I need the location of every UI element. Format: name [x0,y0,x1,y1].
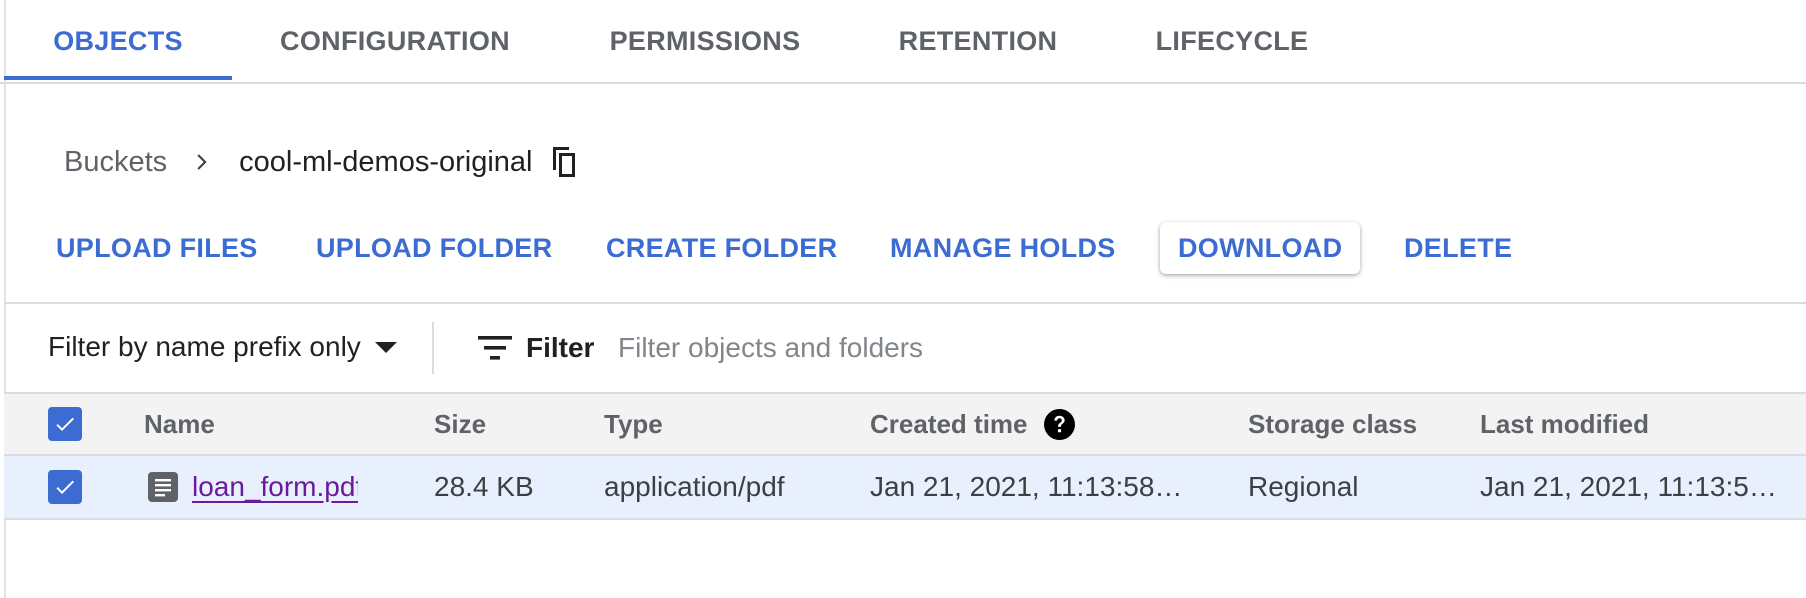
column-created-time-label: Created time [870,408,1028,439]
check-icon [56,480,74,494]
file-created-time: Jan 21, 2021, 11:13:58… [870,471,1183,502]
filter-button[interactable]: Filter [478,326,594,370]
file-size: 28.4 KB [434,471,534,502]
document-icon [148,472,178,502]
breadcrumb-buckets-link[interactable]: Buckets [64,146,167,179]
bucket-name: cool-ml-demos-original [239,145,533,178]
upload-folder-button[interactable]: UPLOAD FOLDER [298,222,570,274]
caret-down-icon [374,341,397,353]
column-storage-class[interactable]: Storage class [1248,394,1417,454]
select-all-checkbox[interactable] [48,407,82,441]
delete-button[interactable]: DELETE [1386,222,1530,274]
divider [4,302,1806,304]
copy-icon[interactable] [549,145,579,179]
filter-mode-select[interactable]: Filter by name prefix only [48,326,397,368]
breadcrumb: Buckets cool-ml-demos-original [64,140,579,184]
create-folder-button[interactable]: CREATE FOLDER [588,222,855,274]
tab-objects[interactable]: OBJECTS [4,0,232,82]
file-last-modified: Jan 21, 2021, 11:13:5… [1480,471,1777,502]
tab-retention[interactable]: RETENTION [886,0,1070,82]
file-name-link[interactable]: loan_form.pdf [192,471,358,503]
file-type: application/pdf [604,471,785,502]
column-name[interactable]: Name [144,394,215,454]
column-type[interactable]: Type [604,394,663,454]
help-icon[interactable] [1043,408,1075,440]
tab-lifecycle[interactable]: LIFECYCLE [1146,0,1318,82]
tab-bar: OBJECTS CONFIGURATION PERMISSIONS RETENT… [0,0,1806,84]
filter-button-label: Filter [526,332,595,363]
check-icon [56,417,74,431]
column-size[interactable]: Size [434,394,486,454]
tab-permissions[interactable]: PERMISSIONS [594,0,816,82]
row-checkbox[interactable] [48,470,82,504]
filter-mode-label: Filter by name prefix only [48,331,361,362]
table-row[interactable]: loan_form.pdf 28.4 KB application/pdf Ja… [4,456,1806,520]
chevron-right-icon [191,151,213,173]
upload-files-button[interactable]: UPLOAD FILES [38,222,276,274]
filter-input[interactable] [618,322,1718,374]
table-header: Name Size Type Created time Storage clas… [4,392,1806,456]
column-last-modified[interactable]: Last modified [1480,394,1649,454]
filter-divider [432,322,434,374]
download-button[interactable]: DOWNLOAD [1160,222,1361,274]
column-created-time[interactable]: Created time [870,394,1075,454]
tab-configuration[interactable]: CONFIGURATION [264,0,526,82]
active-tab-indicator [4,76,232,80]
file-storage-class: Regional [1248,471,1359,502]
file-name-cell: loan_form.pdf [148,456,358,518]
filter-list-icon [478,336,512,360]
manage-holds-button[interactable]: MANAGE HOLDS [872,222,1134,274]
